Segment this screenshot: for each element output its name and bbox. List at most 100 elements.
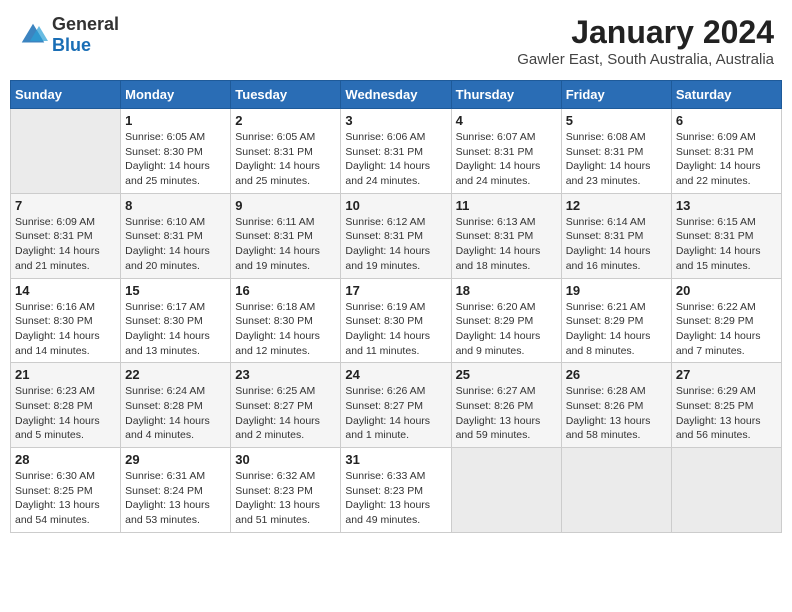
calendar-cell: 8 Sunrise: 6:10 AMSunset: 8:31 PMDaylight… — [121, 193, 231, 278]
calendar-cell — [451, 448, 561, 533]
day-header-monday: Monday — [121, 81, 231, 109]
day-info: Sunrise: 6:29 AMSunset: 8:25 PMDaylight:… — [676, 384, 777, 443]
month-year-title: January 2024 — [517, 14, 774, 51]
logo-icon — [18, 20, 48, 50]
day-info: Sunrise: 6:12 AMSunset: 8:31 PMDaylight:… — [345, 215, 446, 274]
day-info: Sunrise: 6:17 AMSunset: 8:30 PMDaylight:… — [125, 300, 226, 359]
calendar-cell: 17Sunrise: 6:19 AMSunset: 8:30 PMDayligh… — [341, 278, 451, 363]
day-number: 1 — [125, 113, 226, 128]
day-header-friday: Friday — [561, 81, 671, 109]
day-info: Sunrise: 6:19 AMSunset: 8:30 PMDaylight:… — [345, 300, 446, 359]
calendar-table: SundayMondayTuesdayWednesdayThursdayFrid… — [10, 80, 782, 533]
calendar-cell: 23 Sunrise: 6:25 AMSunset: 8:27 PMDayligh… — [231, 363, 341, 448]
day-number: 21 — [15, 367, 116, 382]
calendar-cell: 28 Sunrise: 6:30 AMSunset: 8:25 PMDayligh… — [11, 448, 121, 533]
calendar-cell: 26 Sunrise: 6:28 AMSunset: 8:26 PMDayligh… — [561, 363, 671, 448]
calendar-header-row: SundayMondayTuesdayWednesdayThursdayFrid… — [11, 81, 782, 109]
day-header-tuesday: Tuesday — [231, 81, 341, 109]
calendar-cell: 29Sunrise: 6:31 AMSunset: 8:24 PMDayligh… — [121, 448, 231, 533]
day-number: 11 — [456, 198, 557, 213]
day-info: Sunrise: 6:33 AMSunset: 8:23 PMDaylight:… — [345, 469, 446, 528]
calendar-cell: 18 Sunrise: 6:20 AMSunset: 8:29 PMDayligh… — [451, 278, 561, 363]
day-number: 30 — [235, 452, 336, 467]
calendar-week-4: 21Sunrise: 6:23 AMSunset: 8:28 PMDayligh… — [11, 363, 782, 448]
calendar-cell: 30Sunrise: 6:32 AMSunset: 8:23 PMDayligh… — [231, 448, 341, 533]
calendar-week-2: 7 Sunrise: 6:09 AMSunset: 8:31 PMDaylight… — [11, 193, 782, 278]
day-info: Sunrise: 6:09 AMSunset: 8:31 PMDaylight:… — [676, 130, 777, 189]
day-number: 25 — [456, 367, 557, 382]
day-number: 14 — [15, 283, 116, 298]
calendar-cell: 9 Sunrise: 6:11 AMSunset: 8:31 PMDaylight… — [231, 193, 341, 278]
day-number: 3 — [345, 113, 446, 128]
day-info: Sunrise: 6:27 AMSunset: 8:26 PMDaylight:… — [456, 384, 557, 443]
day-header-saturday: Saturday — [671, 81, 781, 109]
calendar-week-3: 14 Sunrise: 6:16 AMSunset: 8:30 PMDayligh… — [11, 278, 782, 363]
calendar-cell — [561, 448, 671, 533]
calendar-cell: 13Sunrise: 6:15 AMSunset: 8:31 PMDayligh… — [671, 193, 781, 278]
day-info: Sunrise: 6:28 AMSunset: 8:26 PMDaylight:… — [566, 384, 667, 443]
day-info: Sunrise: 6:08 AMSunset: 8:31 PMDaylight:… — [566, 130, 667, 189]
calendar-cell: 27 Sunrise: 6:29 AMSunset: 8:25 PMDayligh… — [671, 363, 781, 448]
calendar-week-1: 1 Sunrise: 6:05 AMSunset: 8:30 PMDaylight… — [11, 109, 782, 194]
calendar-cell: 1 Sunrise: 6:05 AMSunset: 8:30 PMDaylight… — [121, 109, 231, 194]
calendar-cell: 20 Sunrise: 6:22 AMSunset: 8:29 PMDayligh… — [671, 278, 781, 363]
calendar-cell — [11, 109, 121, 194]
day-number: 20 — [676, 283, 777, 298]
day-number: 13 — [676, 198, 777, 213]
day-number: 28 — [15, 452, 116, 467]
page-header: General Blue January 2024 Gawler East, S… — [10, 10, 782, 72]
day-number: 6 — [676, 113, 777, 128]
calendar-cell: 6 Sunrise: 6:09 AMSunset: 8:31 PMDaylight… — [671, 109, 781, 194]
calendar-cell: 10 Sunrise: 6:12 AMSunset: 8:31 PMDayligh… — [341, 193, 451, 278]
day-number: 24 — [345, 367, 446, 382]
day-info: Sunrise: 6:10 AMSunset: 8:31 PMDaylight:… — [125, 215, 226, 274]
day-number: 9 — [235, 198, 336, 213]
calendar-cell: 25 Sunrise: 6:27 AMSunset: 8:26 PMDayligh… — [451, 363, 561, 448]
day-header-thursday: Thursday — [451, 81, 561, 109]
day-number: 4 — [456, 113, 557, 128]
day-info: Sunrise: 6:16 AMSunset: 8:30 PMDaylight:… — [15, 300, 116, 359]
day-number: 18 — [456, 283, 557, 298]
calendar-cell: 11 Sunrise: 6:13 AMSunset: 8:31 PMDayligh… — [451, 193, 561, 278]
day-number: 23 — [235, 367, 336, 382]
logo-blue-text: Blue — [52, 35, 91, 55]
day-info: Sunrise: 6:05 AMSunset: 8:31 PMDaylight:… — [235, 130, 336, 189]
calendar-cell: 5Sunrise: 6:08 AMSunset: 8:31 PMDaylight… — [561, 109, 671, 194]
day-info: Sunrise: 6:09 AMSunset: 8:31 PMDaylight:… — [15, 215, 116, 274]
day-number: 26 — [566, 367, 667, 382]
day-number: 10 — [345, 198, 446, 213]
calendar-week-5: 28 Sunrise: 6:30 AMSunset: 8:25 PMDayligh… — [11, 448, 782, 533]
day-number: 29 — [125, 452, 226, 467]
title-block: January 2024 Gawler East, South Australi… — [517, 14, 774, 68]
calendar-cell: 7 Sunrise: 6:09 AMSunset: 8:31 PMDaylight… — [11, 193, 121, 278]
calendar-cell: 16 Sunrise: 6:18 AMSunset: 8:30 PMDayligh… — [231, 278, 341, 363]
day-number: 31 — [345, 452, 446, 467]
logo-general-text: General — [52, 14, 119, 34]
day-info: Sunrise: 6:13 AMSunset: 8:31 PMDaylight:… — [456, 215, 557, 274]
day-info: Sunrise: 6:30 AMSunset: 8:25 PMDaylight:… — [15, 469, 116, 528]
calendar-cell: 15 Sunrise: 6:17 AMSunset: 8:30 PMDayligh… — [121, 278, 231, 363]
day-info: Sunrise: 6:22 AMSunset: 8:29 PMDaylight:… — [676, 300, 777, 359]
day-info: Sunrise: 6:07 AMSunset: 8:31 PMDaylight:… — [456, 130, 557, 189]
day-number: 16 — [235, 283, 336, 298]
location-subtitle: Gawler East, South Australia, Australia — [517, 51, 774, 68]
calendar-cell: 21Sunrise: 6:23 AMSunset: 8:28 PMDayligh… — [11, 363, 121, 448]
day-info: Sunrise: 6:06 AMSunset: 8:31 PMDaylight:… — [345, 130, 446, 189]
day-info: Sunrise: 6:25 AMSunset: 8:27 PMDaylight:… — [235, 384, 336, 443]
day-number: 19 — [566, 283, 667, 298]
day-number: 12 — [566, 198, 667, 213]
day-info: Sunrise: 6:18 AMSunset: 8:30 PMDaylight:… — [235, 300, 336, 359]
day-info: Sunrise: 6:14 AMSunset: 8:31 PMDaylight:… — [566, 215, 667, 274]
day-info: Sunrise: 6:11 AMSunset: 8:31 PMDaylight:… — [235, 215, 336, 274]
calendar-cell: 19Sunrise: 6:21 AMSunset: 8:29 PMDayligh… — [561, 278, 671, 363]
calendar-cell: 31 Sunrise: 6:33 AMSunset: 8:23 PMDayligh… — [341, 448, 451, 533]
day-number: 8 — [125, 198, 226, 213]
calendar-cell — [671, 448, 781, 533]
day-number: 7 — [15, 198, 116, 213]
day-info: Sunrise: 6:20 AMSunset: 8:29 PMDaylight:… — [456, 300, 557, 359]
calendar-cell: 12 Sunrise: 6:14 AMSunset: 8:31 PMDayligh… — [561, 193, 671, 278]
day-info: Sunrise: 6:05 AMSunset: 8:30 PMDaylight:… — [125, 130, 226, 189]
calendar-cell: 2Sunrise: 6:05 AMSunset: 8:31 PMDaylight… — [231, 109, 341, 194]
day-number: 27 — [676, 367, 777, 382]
day-number: 15 — [125, 283, 226, 298]
